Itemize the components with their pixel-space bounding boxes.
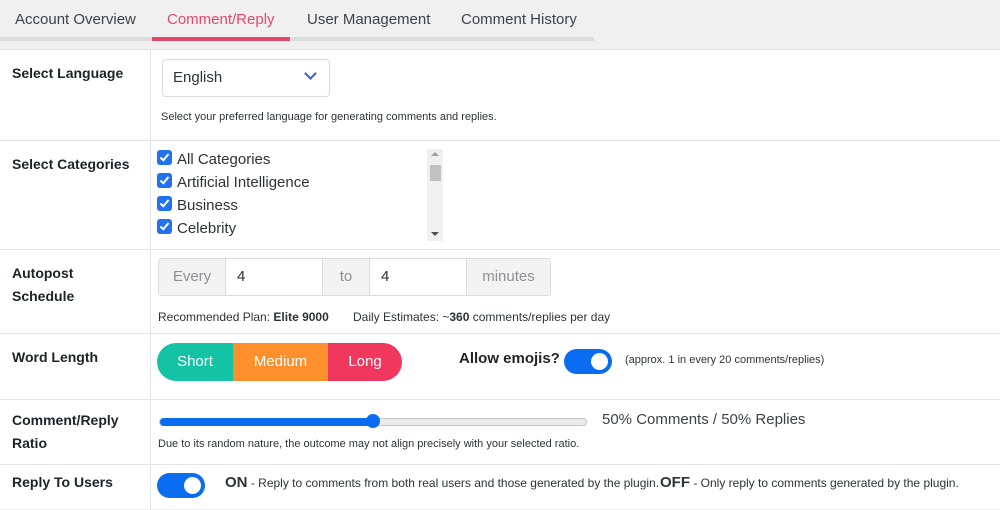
estimate-value: 360 (449, 310, 470, 324)
category-item[interactable]: Celebrity (157, 218, 236, 240)
category-item[interactable]: Business (157, 195, 238, 217)
slider-thumb[interactable] (366, 414, 380, 428)
row-categories: Select Categories All Categories Artific… (0, 141, 1000, 250)
language-help: Select your preferred language for gener… (161, 111, 497, 123)
row-schedule: Autopost Schedule Every 4 to 4 minutes R… (0, 250, 1000, 334)
reply-users-label: Reply To Users (0, 465, 151, 510)
category-list: All Categories Artificial Intelligence B… (157, 149, 444, 242)
category-item[interactable]: Artificial Intelligence (157, 172, 310, 194)
chevron-down-icon (304, 67, 317, 80)
tab-account-overview[interactable]: Account Overview (15, 0, 136, 41)
checkbox-checked-icon[interactable] (157, 196, 172, 211)
scrollbar-thumb[interactable] (430, 165, 441, 181)
category-item[interactable]: All Categories (157, 149, 270, 171)
tab-user-management[interactable]: User Management (307, 0, 430, 41)
checkbox-checked-icon[interactable] (157, 219, 172, 234)
tab-bar: Account Overview Comment/Reply User Mana… (0, 0, 1000, 42)
row-reply-users: Reply To Users ON - Reply to comments fr… (0, 465, 1000, 510)
checkbox-checked-icon[interactable] (157, 173, 172, 188)
schedule-prefix: Every (159, 259, 225, 295)
medium-button[interactable]: Medium (233, 343, 328, 381)
schedule-middle: to (323, 259, 369, 295)
scroll-up-arrow-icon[interactable] (431, 152, 439, 156)
tab-comment-history[interactable]: Comment History (461, 0, 577, 41)
category-scrollbar[interactable] (427, 149, 443, 241)
reply-on-description: ON - Reply to comments from both real us… (225, 474, 660, 491)
checkbox-checked-icon[interactable] (157, 150, 172, 165)
ratio-label: Comment/Reply Ratio (0, 400, 151, 464)
schedule-to-input[interactable]: 4 (369, 259, 467, 295)
row-word-length: Word Length Short Medium Long Allow emoj… (0, 334, 1000, 400)
reply-users-toggle[interactable] (157, 473, 205, 498)
emoji-label: Allow emojis? (459, 350, 560, 367)
long-button[interactable]: Long (328, 343, 402, 381)
language-label: Select Language (0, 50, 151, 140)
reply-off-description: OFF - Only reply to comments generated b… (660, 474, 959, 491)
schedule-plan-text: Recommended Plan: Elite 9000 (158, 310, 329, 324)
schedule-from-input[interactable]: 4 (225, 259, 323, 295)
slider-fill (160, 418, 373, 426)
row-ratio: Comment/Reply Ratio 50% Comments / 50% R… (0, 400, 1000, 465)
schedule-estimate-text: Daily Estimates: ~360 comments/replies p… (353, 310, 611, 324)
schedule-label: Autopost Schedule (0, 250, 151, 333)
scroll-down-arrow-icon[interactable] (431, 232, 439, 236)
ratio-help: Due to its random nature, the outcome ma… (158, 438, 580, 450)
row-language: Select Language English Select your pref… (0, 50, 1000, 141)
emoji-toggle[interactable] (564, 349, 612, 374)
schedule-suffix: minutes (467, 259, 550, 295)
word-length-label: Word Length (0, 334, 151, 399)
settings-table: Select Language English Select your pref… (0, 49, 1000, 510)
categories-label: Select Categories (0, 141, 151, 249)
plan-value: Elite 9000 (273, 310, 329, 324)
language-selected-value: English (173, 69, 223, 86)
ratio-slider[interactable] (159, 414, 587, 428)
ratio-value-text: 50% Comments / 50% Replies (602, 411, 806, 428)
schedule-input-group: Every 4 to 4 minutes (158, 258, 551, 296)
short-button[interactable]: Short (157, 343, 233, 381)
word-length-group: Short Medium Long (157, 343, 402, 381)
language-select[interactable]: English (162, 59, 330, 97)
tab-comment-reply[interactable]: Comment/Reply (152, 0, 290, 41)
emoji-note: (approx. 1 in every 20 comments/replies) (625, 354, 825, 366)
